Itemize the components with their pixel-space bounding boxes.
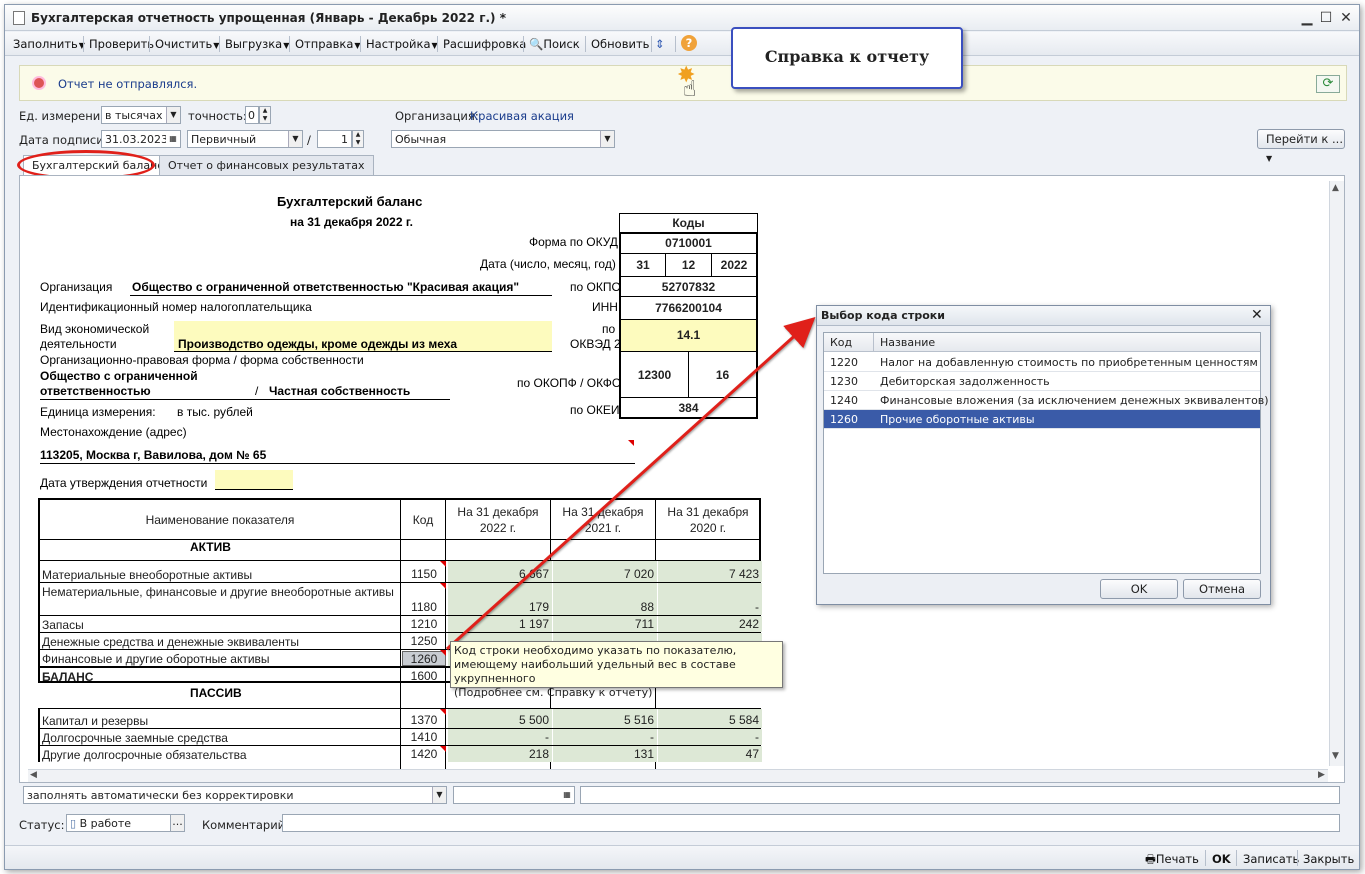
code-list-item[interactable]: 1260 Прочие оборотные активы (824, 410, 1260, 429)
dialog-title: Выбор кода строки (821, 309, 945, 322)
grid-header: Код Название (824, 333, 1260, 352)
code-list-item[interactable]: 1220 Налог на добавленную стоимость по пр… (824, 353, 1260, 372)
status-select-button[interactable]: ... (170, 814, 185, 832)
comment-field[interactable] (282, 814, 1340, 832)
report-window: Бухгалтерская отчетность упрощенная (Янв… (4, 4, 1360, 870)
item-code: 1220 (830, 356, 858, 369)
dialog-title-bar: Выбор кода строки ✕ (817, 306, 1270, 326)
close-button[interactable]: Закрыть (1303, 852, 1354, 866)
grid-col-code: Код (830, 336, 853, 349)
status-field[interactable]: ▯ В работе (66, 814, 171, 832)
code-list-item[interactable]: 1230 Дебиторская задолженность (824, 372, 1260, 391)
chevron-down-icon: ▼ (432, 787, 446, 803)
item-name: Налог на добавленную стоимость по приобр… (880, 356, 1258, 369)
printer-icon: 🖶 (1145, 852, 1156, 866)
code-list-item[interactable]: 1240 Финансовые вложения (за исключением … (824, 391, 1269, 410)
dialog-cancel-button[interactable]: Отмена (1183, 579, 1261, 599)
period-field[interactable]: ▦ (453, 786, 575, 804)
ok-button[interactable]: OK (1212, 852, 1231, 866)
tooltip-line-2: имеющему наибольший удельный вес в соста… (454, 658, 736, 685)
grid-col-name: Название (880, 336, 936, 349)
fill-mode-select[interactable]: заполнять автоматически без корректировк… (23, 786, 447, 804)
item-name: Прочие оборотные активы (880, 413, 1035, 426)
extra-field[interactable] (580, 786, 1340, 804)
command-bar: 🖶Печать OK Записать Закрыть (5, 845, 1359, 869)
status-label: Статус: (19, 818, 65, 832)
print-label: Печать (1155, 852, 1199, 866)
tooltip-line-3: (Подробнее см. Справку к отчету) (454, 686, 653, 699)
tooltip-line-1: Код строки необходимо указать по показат… (454, 644, 737, 657)
comment-label: Комментарий: (202, 818, 290, 832)
dialog-close-icon[interactable]: ✕ (1251, 307, 1263, 323)
fill-mode-value: заполнять автоматически без корректировк… (27, 789, 294, 802)
save-button[interactable]: Записать (1243, 852, 1299, 866)
row-code-dialog: Выбор кода строки ✕ Код Название 1220 Нал… (816, 305, 1271, 605)
item-code: 1260 (830, 413, 858, 426)
item-code: 1240 (830, 394, 858, 407)
item-code: 1230 (830, 375, 858, 388)
code-tooltip: Код строки необходимо указать по показат… (450, 641, 783, 699)
code-grid: Код Название 1220 Налог на добавленную ст… (823, 332, 1269, 574)
print-button[interactable]: 🖶Печать (1145, 852, 1199, 871)
dialog-ok-button[interactable]: OK (1100, 579, 1178, 599)
status-doc-icon: ▯ (70, 817, 80, 830)
item-name: Дебиторская задолженность (880, 375, 1050, 388)
status-value: В работе (79, 817, 132, 830)
item-name: Финансовые вложения (за исключением дене… (880, 394, 1269, 407)
calendar-icon[interactable]: ▦ (560, 787, 574, 803)
